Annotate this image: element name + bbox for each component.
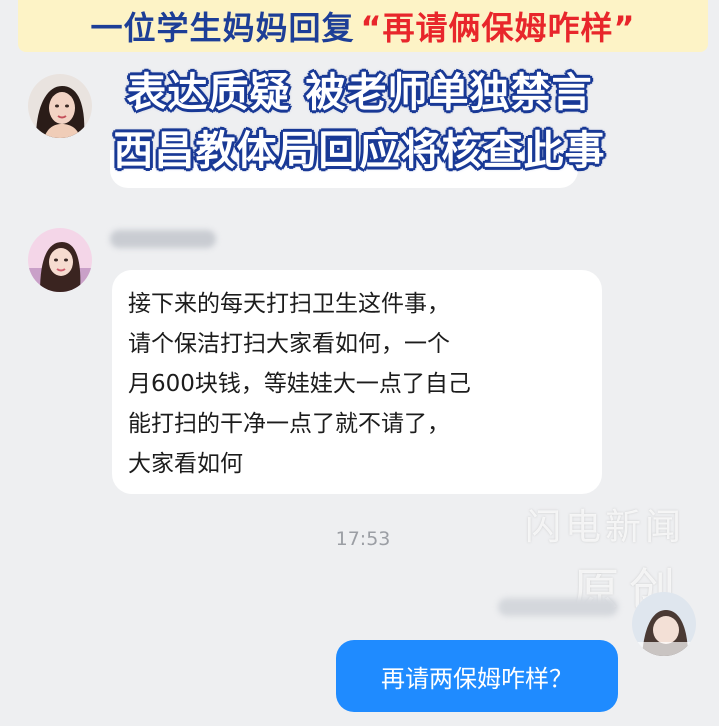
headline-banner: 一位学生妈妈回复 “再请俩保姆咋样” xyxy=(18,0,708,52)
chat-screen: 接下来的每天打扫卫生这件事， 请个保洁打扫大家看如何，一个 月600块钱，等娃娃… xyxy=(0,0,719,726)
message-line: 接下来的每天打扫卫生这件事， xyxy=(128,291,450,317)
headline-text: 一位学生妈妈回复 xyxy=(90,9,355,47)
headline-quote: “再请俩保姆咋样” xyxy=(360,9,636,47)
message-text: 再请两保姆咋样？ xyxy=(381,664,573,693)
outgoing-message-bubble[interactable]: 再请两保姆咋样？ xyxy=(336,640,618,712)
watermark-line1: 闪电新闻 xyxy=(524,507,685,548)
sender-avatar[interactable] xyxy=(28,228,92,292)
self-name-blurred xyxy=(498,598,618,616)
self-avatar[interactable] xyxy=(632,592,696,656)
caption-line-1: 表达质疑 被老师单独禁言 xyxy=(126,70,593,116)
message-line: 能打扫的干净一点了就不请了， xyxy=(128,411,450,437)
message-line: 月600块钱，等娃娃大一点了自己 xyxy=(128,371,471,397)
message-line: 大家看如何 xyxy=(128,451,243,477)
message-line: 请个保洁打扫大家看如何，一个 xyxy=(128,331,450,357)
sender-name-blurred xyxy=(110,230,216,248)
incoming-message-bubble[interactable]: 接下来的每天打扫卫生这件事， 请个保洁打扫大家看如何，一个 月600块钱，等娃娃… xyxy=(112,270,602,494)
caption-line-2: 西昌教体局回应将核查此事 xyxy=(113,128,606,174)
